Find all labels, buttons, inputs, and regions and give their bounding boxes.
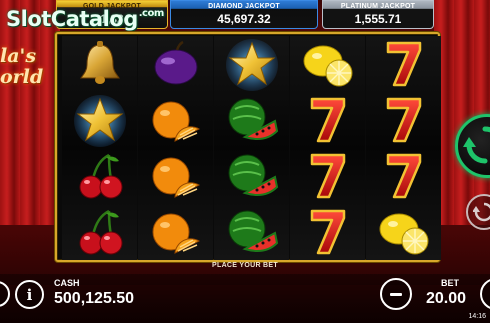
game-logo: la's orld	[0, 46, 54, 88]
lemon-symbol	[290, 36, 365, 92]
star-icon	[73, 95, 126, 147]
diamond-jackpot: DIAMOND JACKPOT 45,697.32	[170, 0, 318, 29]
lemon-symbol	[366, 204, 441, 260]
watermark-logo: SlotCatalog.com	[6, 7, 164, 31]
lemon-icon	[379, 213, 428, 255]
watermark-suffix: .com	[138, 8, 165, 19]
autoplay-icon	[473, 202, 490, 222]
reel-3	[214, 36, 289, 260]
bell-symbol	[62, 36, 137, 92]
platinum-jackpot-value: 1,555.71	[354, 12, 402, 26]
watermelon-symbol	[214, 92, 289, 148]
reel-1	[62, 36, 137, 260]
orange-symbol	[138, 148, 213, 204]
watermelon-symbol	[214, 204, 289, 260]
cherry-symbol	[62, 204, 137, 260]
platinum-jackpot-label: PLATINUM JACKPOT	[340, 3, 416, 10]
game-logo-line1: la's	[0, 45, 37, 67]
seven-symbol	[366, 92, 441, 148]
watermelon-icon	[228, 98, 278, 140]
reel-5	[366, 36, 441, 260]
reel-2	[138, 36, 213, 260]
left-curtain	[0, 0, 60, 240]
diamond-jackpot-label: DIAMOND JACKPOT	[208, 3, 280, 10]
orange-symbol	[138, 92, 213, 148]
star-icon	[225, 39, 278, 91]
game-logo-line2: orld	[0, 66, 44, 88]
cash-label: CASH	[54, 278, 80, 288]
seven-icon	[386, 153, 421, 199]
bet-value: 20.00	[426, 290, 467, 307]
seven-icon	[310, 153, 345, 199]
seven-symbol	[366, 148, 441, 204]
bell-icon	[79, 41, 120, 84]
watermark-brand: SlotCatalog	[6, 7, 138, 31]
orange-icon	[152, 157, 200, 198]
minus-icon	[390, 292, 402, 296]
diamond-jackpot-value: 45,697.32	[217, 12, 271, 26]
seven-symbol	[290, 148, 365, 204]
watermelon-icon	[228, 154, 278, 196]
watermelon-symbol	[214, 148, 289, 204]
seven-icon	[386, 97, 421, 143]
star-symbol	[214, 36, 289, 92]
bet-label: BET	[441, 278, 459, 288]
seven-icon	[386, 41, 421, 87]
seven-icon	[310, 209, 345, 255]
spin-arrows-icon	[463, 126, 490, 164]
clock: 14:16	[468, 313, 486, 320]
cherry-symbol	[62, 148, 137, 204]
seven-symbol	[290, 92, 365, 148]
cherry-icon	[79, 209, 122, 255]
seven-symbol	[290, 204, 365, 260]
reel-4	[290, 36, 365, 260]
reels-frame	[55, 32, 441, 262]
orange-symbol	[138, 204, 213, 260]
info-button[interactable]: i	[15, 280, 44, 309]
star-symbol	[62, 92, 137, 148]
orange-icon	[152, 101, 200, 142]
decrease-bet-button[interactable]	[380, 278, 412, 310]
plum-symbol	[138, 36, 213, 92]
game-screen: la's orld GOLD JACKPOT 1,32 DIAMOND JACK…	[0, 0, 490, 323]
place-bet-prompt: PLACE YOUR BET	[212, 262, 278, 269]
cash-value: 500,125.50	[54, 290, 135, 307]
seven-symbol	[366, 36, 441, 92]
lemon-icon	[303, 45, 352, 87]
seven-icon	[310, 97, 345, 143]
plum-icon	[154, 40, 197, 85]
cherry-icon	[79, 153, 122, 199]
watermelon-icon	[228, 210, 278, 252]
info-icon: i	[26, 285, 33, 304]
orange-icon	[152, 213, 200, 254]
platinum-jackpot: PLATINUM JACKPOT 1,555.71	[322, 0, 434, 29]
